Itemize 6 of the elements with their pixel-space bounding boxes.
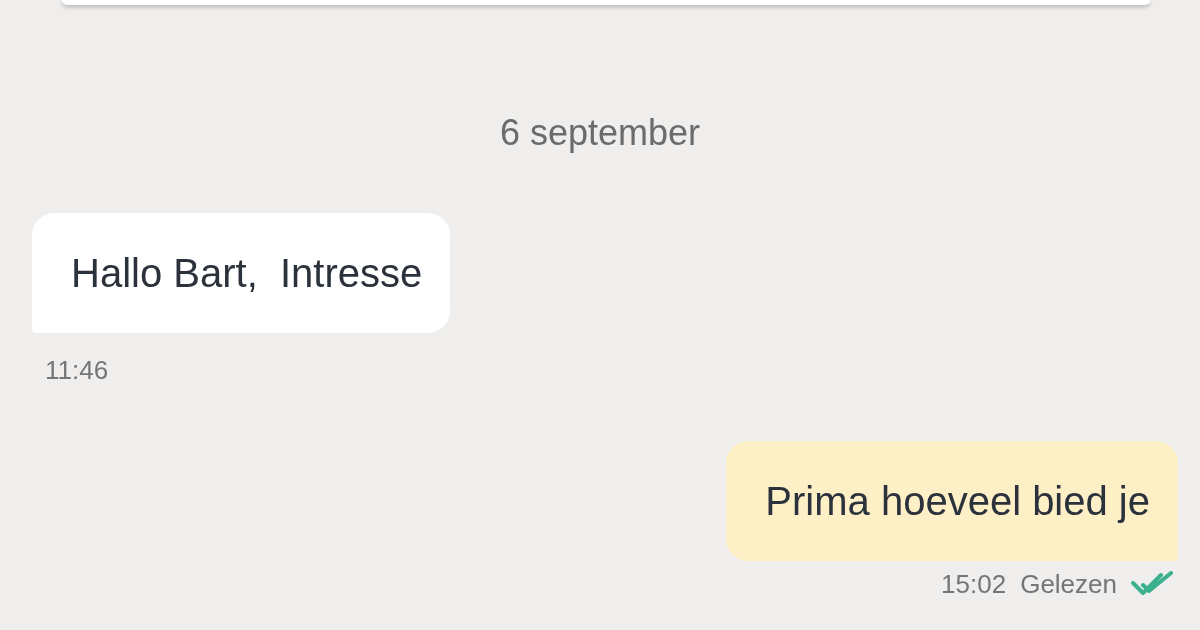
- date-separator: 6 september: [499, 111, 701, 155]
- message-time: 11:46: [45, 355, 109, 385]
- message-bubble: Hallo Bart, Intresse: [32, 213, 451, 333]
- message-time: 15:02: [941, 569, 1007, 599]
- message-bubble: Prima hoeveel bied je: [726, 441, 1178, 561]
- message-status: Gelezen: [1020, 569, 1117, 599]
